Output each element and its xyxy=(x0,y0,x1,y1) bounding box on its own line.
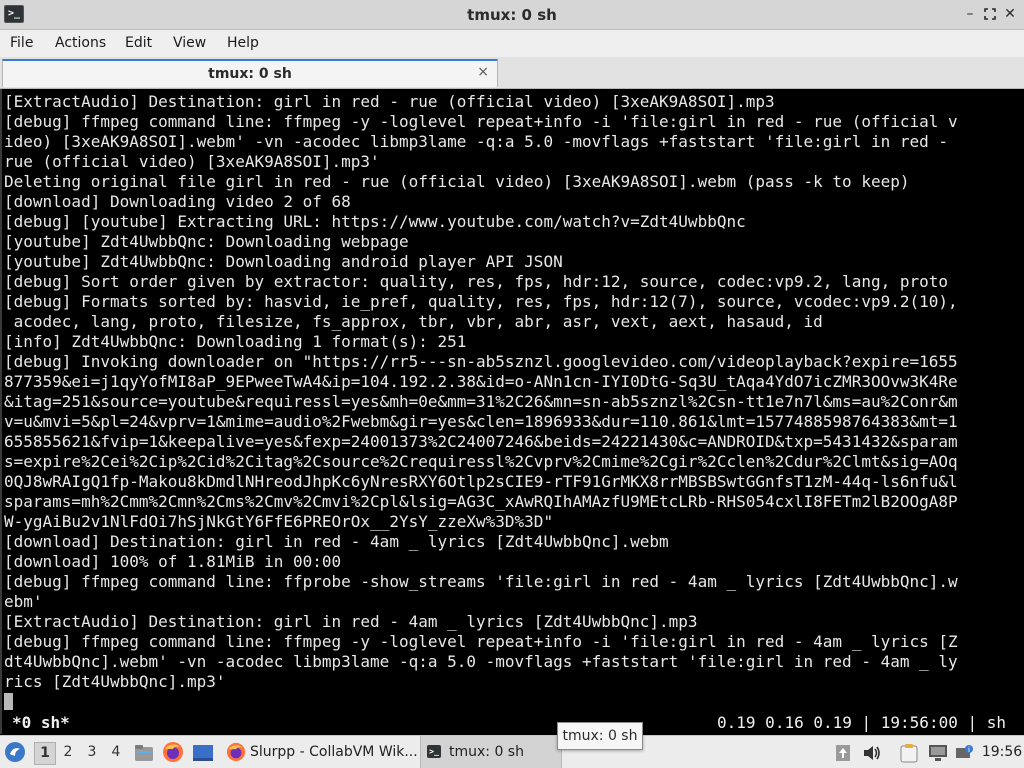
taskbar: 1 2 3 4 Slurpp - CollabVM Wik... >_ tmux… xyxy=(0,735,1024,768)
menu-view[interactable]: View xyxy=(173,35,206,51)
terminal-line: sparams=mh%2Cmm%2Cmn%2Cms%2Cmv%2Cmvi%2Cp… xyxy=(4,492,958,511)
menu-edit[interactable]: Edit xyxy=(125,35,152,51)
terminal-line: 0QJ8wRAIgQ1fp-Makou8kDmdlNHreodJhpKc6yNr… xyxy=(4,472,958,491)
terminal-line: Deleting original file girl in red - rue… xyxy=(4,172,910,191)
taskbar-button-label: tmux: 0 sh xyxy=(449,744,524,760)
display-icon[interactable] xyxy=(928,736,948,768)
updates-icon[interactable] xyxy=(836,736,852,768)
tmux-status-bar: *0 sh* 0.19 0.16 0.19 | 19:56:00 | sh xyxy=(2,712,1024,734)
file-manager-icon[interactable] xyxy=(134,736,156,768)
terminal-cursor xyxy=(4,693,13,710)
clipboard-icon[interactable] xyxy=(900,736,920,768)
terminal-line: ebm' xyxy=(4,592,43,611)
terminal-line: 655855621&fvip=1&keepalive=yes&fexp=2400… xyxy=(4,432,958,451)
terminal-line: dt4UwbbQnc].webm' -vn -acodec libmp3lame… xyxy=(4,652,958,671)
terminal-line: acodec, lang, proto, filesize, fs_approx… xyxy=(4,312,823,331)
terminal-line: [debug] ffmpeg command line: ffmpeg -y -… xyxy=(4,632,958,651)
terminal-line: W-ygAiBu2v1NlFdOi7hSjNkGtY6FfE6PREOrOx__… xyxy=(4,512,554,531)
workspace-3[interactable]: 3 xyxy=(82,742,102,763)
terminal-line: v=u&mvi=5&pl=24&vprv=1&mime=audio%2Fwebm… xyxy=(4,412,958,431)
firefox-launcher-icon[interactable] xyxy=(162,736,186,768)
terminal-line: [youtube] Zdt4UwbbQnc: Downloading andro… xyxy=(4,252,563,271)
terminal-line: [debug] [youtube] Extracting URL: https:… xyxy=(4,212,746,231)
terminal-line: [download] Downloading video 2 of 68 xyxy=(4,192,351,211)
terminal-line: &itag=251&source=youtube&requiressl=yes&… xyxy=(4,392,958,411)
terminal-line: s=expire%2Cei%2Cip%2Cid%2Citag%2Csource%… xyxy=(4,452,958,471)
window-titlebar: >_ tmux: 0 sh – ✕ xyxy=(0,0,1024,30)
firefox-icon xyxy=(226,742,246,762)
terminal-line: 877359&ei=j1qyYofMI8aP_9EPweeTwA4&ip=104… xyxy=(4,372,958,391)
terminal-line: [ExtractAudio] Destination: girl in red … xyxy=(4,612,698,631)
menu-help[interactable]: Help xyxy=(227,35,259,51)
network-icon[interactable]: i xyxy=(954,736,974,768)
tab-tmux[interactable]: tmux: 0 sh × xyxy=(2,59,498,87)
terminal-line: [debug] Sort order given by extractor: q… xyxy=(4,272,949,291)
terminal-line: [download] Destination: girl in red - 4a… xyxy=(4,532,669,551)
tab-bar: tmux: 0 sh × xyxy=(0,57,1024,89)
menu-file[interactable]: File xyxy=(10,35,33,51)
taskbar-button-firefox[interactable]: Slurpp - CollabVM Wik... xyxy=(222,736,418,768)
clock[interactable]: 19:56 xyxy=(980,736,1024,768)
taskbar-tooltip: tmux: 0 sh xyxy=(557,722,643,750)
close-window-icon[interactable]: ✕ xyxy=(1000,4,1020,24)
menu-bar: File Actions Edit View Help xyxy=(0,30,1024,57)
terminal-line: [info] Zdt4UwbbQnc: Downloading 1 format… xyxy=(4,332,467,351)
terminal-output: [ExtractAudio] Destination: girl in red … xyxy=(4,92,958,692)
terminal-line: [download] 100% of 1.81MiB in 00:00 xyxy=(4,552,342,571)
terminal-line: [debug] Invoking downloader on "https://… xyxy=(4,352,958,371)
taskbar-button-tmux[interactable]: >_ tmux: 0 sh xyxy=(420,736,562,768)
start-menu-icon[interactable] xyxy=(4,736,28,768)
tab-label: tmux: 0 sh xyxy=(208,66,292,82)
workspace-1[interactable]: 1 xyxy=(34,742,56,765)
tmux-window-list[interactable]: *0 sh* xyxy=(12,712,70,734)
minimize-icon[interactable]: – xyxy=(960,4,980,24)
terminal-line: [youtube] Zdt4UwbbQnc: Downloading webpa… xyxy=(4,232,409,251)
volume-icon[interactable] xyxy=(862,736,882,768)
menu-actions[interactable]: Actions xyxy=(55,35,106,51)
desktop-icon[interactable] xyxy=(192,736,216,768)
workspace-2[interactable]: 2 xyxy=(58,742,78,763)
terminal-line: [debug] ffmpeg command line: ffmpeg -y -… xyxy=(4,112,958,131)
terminal-line: [ExtractAudio] Destination: girl in red … xyxy=(4,92,775,111)
taskbar-button-label: Slurpp - CollabVM Wik... xyxy=(250,744,418,760)
tmux-status-right: 0.19 0.16 0.19 | 19:56:00 | sh xyxy=(717,713,1006,732)
terminal-line: ideo) [3xeAK9A8SOI].webm' -vn -acodec li… xyxy=(4,132,949,151)
terminal-icon: >_ xyxy=(427,745,441,758)
terminal-line: [debug] Formats sorted by: hasvid, ie_pr… xyxy=(4,292,958,311)
terminal-view[interactable]: [ExtractAudio] Destination: girl in red … xyxy=(0,89,1024,734)
terminal-line: [debug] ffmpeg command line: ffprobe -sh… xyxy=(4,572,958,591)
window-title: tmux: 0 sh xyxy=(467,6,557,24)
terminal-line: rics [Zdt4UwbbQnc].mp3' xyxy=(4,672,226,691)
svg-text:i: i xyxy=(968,746,970,754)
workspace-4[interactable]: 4 xyxy=(106,742,126,763)
maximize-icon[interactable] xyxy=(980,4,1000,24)
terminal-line: rue (official video) [3xeAK9A8SOI].mp3' xyxy=(4,152,380,171)
tab-close-icon[interactable]: × xyxy=(477,64,489,80)
